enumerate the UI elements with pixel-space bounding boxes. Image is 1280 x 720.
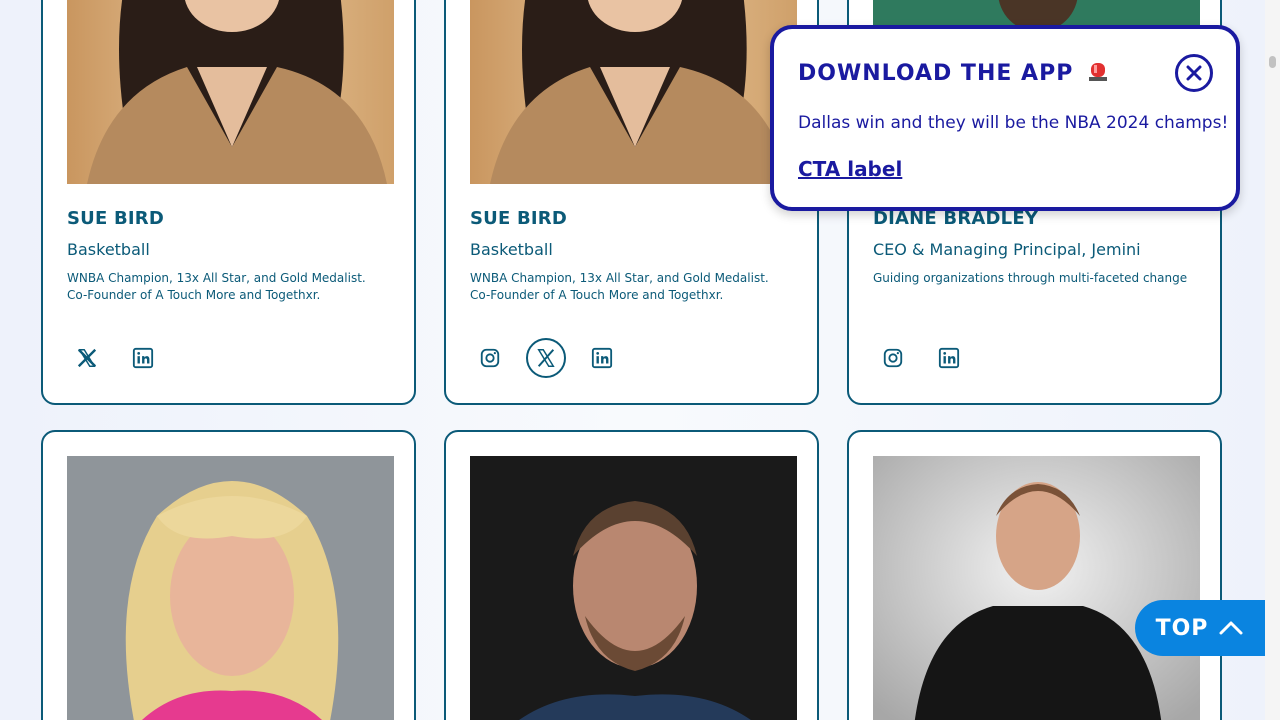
download-app-popup: DOWNLOAD THE APP Dallas win and they wil… [770,25,1240,211]
speaker-name: SUE BIRD [67,208,164,229]
scroll-top-button[interactable]: TOP [1135,600,1265,656]
speaker-role: CEO & Managing Principal, Jemini [873,240,1141,259]
instagram-icon[interactable] [873,338,913,378]
speaker-photo [67,0,394,184]
chevron-up-icon [1219,621,1243,635]
close-icon[interactable] [1175,54,1213,92]
linkedin-icon[interactable] [929,338,969,378]
popup-title-text: DOWNLOAD THE APP [798,61,1074,86]
page: SUE BIRD Basketball WNBA Champion, 13x A… [0,0,1280,720]
speaker-photo [873,456,1200,720]
speaker-bio: Guiding organizations through multi-face… [873,271,1188,285]
linkedin-icon[interactable] [123,338,163,378]
speaker-role: Basketball [67,240,150,259]
scrollbar[interactable] [1265,0,1280,720]
speaker-photo [67,456,394,720]
portrait-image [470,0,797,184]
popup-message: Dallas win and they will be the NBA 2024… [798,113,1229,133]
portrait-image [470,456,797,720]
speaker-card: SUE BIRD Basketball WNBA Champion, 13x A… [41,0,416,405]
speaker-role: Basketball [470,240,553,259]
cta-link[interactable]: CTA label [798,157,902,181]
social-links [470,338,622,378]
speaker-bio: WNBA Champion, 13x All Star, and Gold Me… [470,271,769,302]
top-button-label: TOP [1155,615,1209,641]
speaker-card [847,430,1222,720]
social-links [67,338,163,378]
social-links [873,338,969,378]
portrait-image [67,0,394,184]
speaker-photo [470,0,797,184]
speaker-card: SUE BIRD Basketball WNBA Champion, 13x A… [444,0,819,405]
portrait-image [873,456,1200,720]
scrollbar-thumb[interactable] [1269,56,1276,68]
instagram-icon[interactable] [470,338,510,378]
speaker-card [41,430,416,720]
x-icon[interactable] [526,338,566,378]
siren-icon [1088,59,1108,89]
popup-title: DOWNLOAD THE APP [798,59,1108,89]
portrait-image [67,456,394,720]
linkedin-icon[interactable] [582,338,622,378]
speaker-photo [470,456,797,720]
speaker-name: SUE BIRD [470,208,567,229]
x-icon[interactable] [67,338,107,378]
speaker-name: DIANE BRADLEY [873,208,1039,229]
speaker-card [444,430,819,720]
speaker-bio: WNBA Champion, 13x All Star, and Gold Me… [67,271,366,302]
